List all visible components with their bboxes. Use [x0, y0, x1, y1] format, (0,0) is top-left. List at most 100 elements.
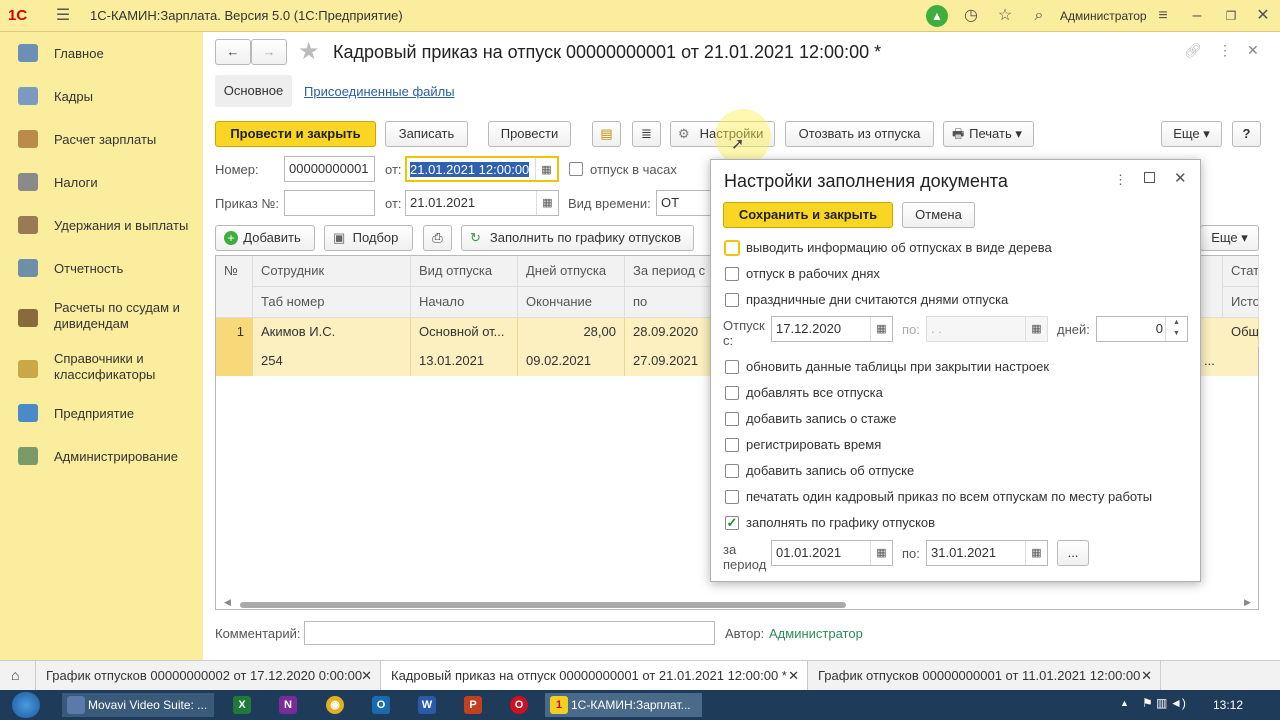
close-doc-icon[interactable]: ✕ [1247, 42, 1259, 59]
sidebar-item-taxes[interactable]: Налоги [0, 162, 203, 202]
comment-field[interactable] [304, 621, 715, 645]
taskbar-movavi[interactable]: Movavi Video Suite: ... [62, 693, 214, 717]
link-icon[interactable]: 🔗︎ [1184, 42, 1202, 59]
table-header[interactable]: За период с [625, 256, 715, 287]
sidebar-item-deductions[interactable]: Удержания и выплаты [0, 205, 203, 245]
tab-main[interactable]: Основное [215, 75, 292, 107]
opera-icon[interactable]: O [510, 696, 528, 714]
scroll-left-icon[interactable]: ◀ [224, 597, 231, 608]
tray-arrow-icon[interactable]: ▲ [1120, 698, 1129, 708]
period-from-field[interactable]: 01.01.2021 ▦ [771, 540, 893, 566]
table-header[interactable]: Исто [1223, 287, 1259, 318]
sidebar-item-hr[interactable]: Кадры [0, 76, 203, 116]
calendar-icon[interactable]: ▦ [870, 317, 892, 341]
order-date-field[interactable]: 21.01.2021 ▦ [405, 190, 559, 216]
sidebar-item-payroll[interactable]: Расчет зарплаты [0, 119, 203, 159]
sidebar-item-loans[interactable]: Расчеты по ссудам и дивидендам [0, 296, 203, 340]
option-checkbox[interactable] [725, 267, 739, 281]
option-checkbox[interactable] [725, 360, 739, 374]
calendar-icon[interactable]: ▦ [1025, 541, 1047, 565]
user-name[interactable]: Администратор [1060, 9, 1147, 23]
option-checkbox-checked[interactable]: ✓ [725, 516, 739, 530]
post-and-close-button[interactable]: Провести и закрыть [215, 121, 376, 147]
option-checkbox[interactable] [724, 240, 740, 256]
flag-icon[interactable]: ⚑ [1142, 696, 1153, 710]
author-link[interactable]: Администратор [769, 626, 863, 641]
forward-button[interactable]: → [251, 39, 287, 65]
minimize-icon[interactable]: – [1186, 6, 1208, 28]
sidebar-item-reports[interactable]: Отчетность [0, 248, 203, 288]
chrome-icon[interactable]: ◉ [326, 696, 344, 714]
option-checkbox[interactable] [725, 386, 739, 400]
taskbar-1c[interactable]: 1 1С-КАМИН:Зарплат... [545, 693, 702, 717]
favorites-icon[interactable]: ☆ [994, 6, 1016, 28]
hours-checkbox[interactable] [569, 162, 583, 176]
powerpoint-icon[interactable]: P [464, 696, 482, 714]
clock[interactable]: 13:12 [1213, 698, 1243, 712]
add-button[interactable]: + Добавить [215, 225, 315, 251]
table-header[interactable]: Сотрудник [253, 256, 411, 287]
dialog-more-icon[interactable]: ⋮ [1114, 172, 1127, 188]
option-checkbox[interactable] [725, 464, 739, 478]
window-tab[interactable]: График отпусков 00000000002 от 17.12.202… [36, 661, 381, 691]
notifications-icon[interactable]: ▲ [926, 5, 948, 27]
journal-icon[interactable]: ▤ [592, 121, 621, 147]
save-button[interactable]: Записать [385, 121, 468, 147]
recall-vacation-button[interactable]: Отозвать из отпуска [785, 121, 934, 147]
volume-icon[interactable]: ◄) [1170, 696, 1186, 710]
sidebar-item-references[interactable]: Справочники и классификаторы [0, 347, 203, 391]
period-to-field[interactable]: 31.01.2021 ▦ [926, 540, 1048, 566]
calendar-icon[interactable]: ▦ [536, 191, 558, 215]
report-icon[interactable]: ≣ [632, 121, 661, 147]
grid-more-button[interactable]: Еще ▾ [1200, 225, 1259, 251]
sidebar-item-main[interactable]: Главное [0, 33, 203, 73]
more-button[interactable]: Еще ▾ [1161, 121, 1222, 147]
grid-extra-icon[interactable]: ⎙ [423, 225, 452, 251]
option-checkbox[interactable] [725, 490, 739, 504]
outlook-icon[interactable]: O [372, 696, 390, 714]
table-header[interactable]: Окончание [518, 287, 625, 318]
select-button[interactable]: ▣ Подбор [324, 225, 413, 251]
tab-close-icon[interactable]: ✕ [361, 661, 372, 690]
post-button[interactable]: Провести [488, 121, 571, 147]
table-header[interactable]: Начало [411, 287, 518, 318]
table-header[interactable]: по [625, 287, 715, 318]
save-and-close-button[interactable]: Сохранить и закрыть [723, 202, 893, 228]
excel-icon[interactable]: X [233, 696, 251, 714]
start-button-icon[interactable] [12, 692, 40, 718]
table-header[interactable]: Вид отпуска [411, 256, 518, 287]
calendar-icon[interactable]: ▦ [870, 541, 892, 565]
period-select-button[interactable]: ... [1057, 540, 1089, 566]
dialog-close-icon[interactable]: ✕ [1174, 169, 1187, 187]
word-icon[interactable]: W [418, 696, 436, 714]
cancel-button[interactable]: Отмена [902, 202, 975, 228]
window-tab-active[interactable]: Кадровый приказ на отпуск 00000000001 от… [381, 661, 808, 691]
back-button[interactable]: ← [215, 39, 251, 65]
more-vert-icon[interactable]: ⋮ [1218, 42, 1232, 59]
table-header[interactable]: № [216, 256, 253, 318]
help-button[interactable]: ? [1232, 121, 1261, 147]
days-stepper[interactable]: 0 ▲ ▼ [1096, 316, 1188, 342]
history-icon[interactable]: ◷ [960, 6, 982, 28]
table-header[interactable]: Дней отпуска [518, 256, 625, 287]
close-window-icon[interactable]: ✕ [1252, 6, 1274, 28]
time-kind-field[interactable]: ОТ [656, 190, 716, 216]
option-checkbox[interactable] [725, 293, 739, 307]
sidebar-item-enterprise[interactable]: Предприятие [0, 393, 203, 433]
settings-menu-icon[interactable]: ≡ [1152, 6, 1174, 28]
tab-close-icon[interactable]: ✕ [788, 661, 799, 690]
date-field[interactable]: 21.01.2021 12:00:00 ▦ [405, 156, 559, 182]
calendar-icon[interactable]: ▦ [535, 158, 557, 180]
option-checkbox[interactable] [725, 438, 739, 452]
scroll-right-icon[interactable]: ▶ [1244, 597, 1251, 608]
stepper-arrows-icon[interactable]: ▲ ▼ [1165, 317, 1187, 341]
calendar-icon[interactable]: ▦ [1025, 317, 1047, 341]
search-icon[interactable]: ⌕ [1028, 6, 1050, 28]
tab-close-icon[interactable]: ✕ [1141, 661, 1152, 690]
order-field[interactable] [284, 190, 375, 216]
horizontal-scrollbar[interactable] [240, 602, 846, 608]
table-header[interactable]: Стат [1223, 256, 1259, 287]
window-tab[interactable]: График отпусков 00000000001 от 11.01.202… [808, 661, 1161, 691]
print-button[interactable]: 🖶︎ Печать ▾ [943, 121, 1034, 147]
favorite-star-icon[interactable]: ★ [298, 37, 320, 66]
